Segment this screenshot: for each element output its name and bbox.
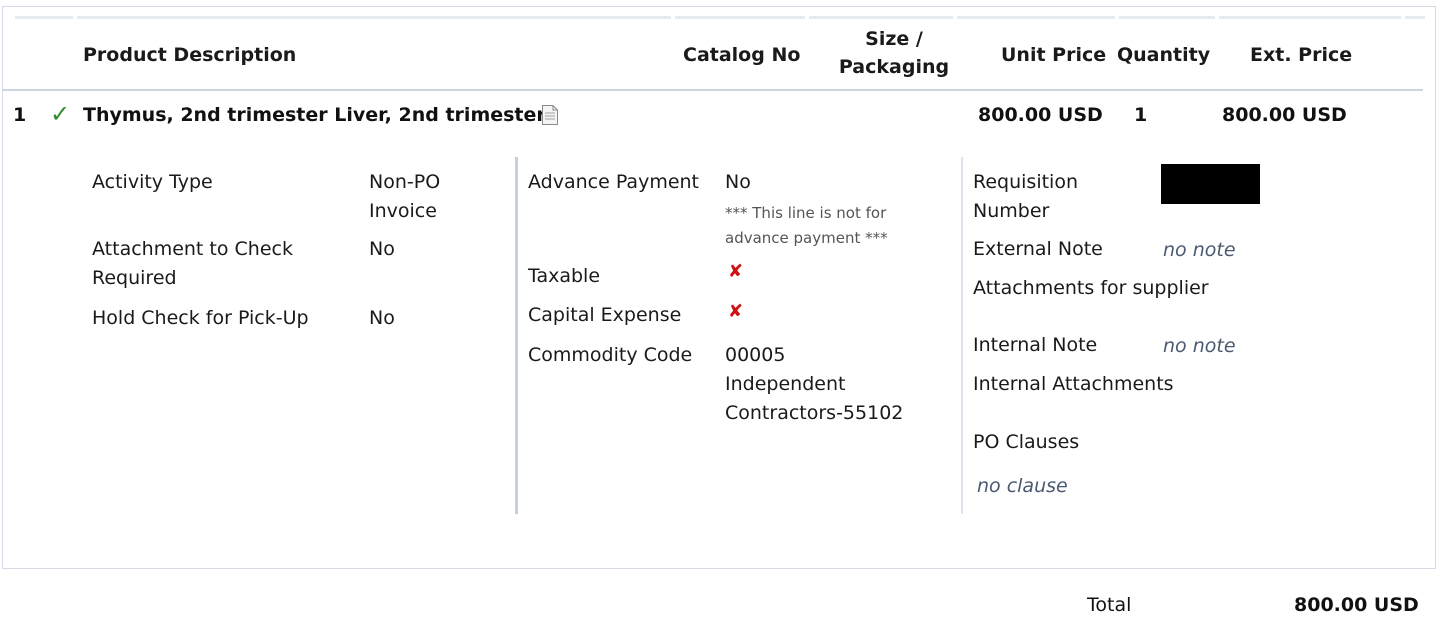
redacted-requisition-number [1161,164,1260,204]
total-label: Total [1087,594,1132,616]
x-icon: ✘ [728,261,744,282]
product-description[interactable]: Thymus, 2nd trimester Liver, 2nd trimest… [83,103,546,127]
hold-check-label: Hold Check for Pick-Up [92,307,309,329]
external-note-label: External Note [973,238,1103,260]
header-quantity: Quantity [1117,44,1211,66]
header-size-line1: Size / [865,28,923,50]
column-top-border [1405,16,1425,19]
advance-payment-value: No [725,171,751,193]
column-separator [961,157,963,514]
commodity-code-line2: Independent [725,373,846,395]
column-top-border [957,16,1115,19]
column-top-border [809,16,953,19]
header-size-line2: Packaging [838,56,950,78]
total-value: 800.00 USD [1294,594,1419,616]
capital-expense-label: Capital Expense [528,304,682,326]
header-catalog-no: Catalog No [683,44,801,66]
checkmark-icon: ✓ [50,100,71,128]
column-separator [515,157,518,514]
commodity-code-label: Commodity Code [528,344,693,366]
attachments-supplier-label: Attachments for supplier [973,277,1209,299]
column-top-border [1219,16,1401,19]
po-clauses-value[interactable]: no clause [977,474,1068,498]
activity-type-value-line1: Non-PO [369,171,441,193]
requisition-number-label-line2: Number [973,200,1050,222]
activity-type-label: Activity Type [92,171,213,193]
line-number: 1 [13,104,27,126]
commodity-code-line1: 00005 [725,344,786,366]
advance-payment-note-line2: advance payment *** [725,229,888,247]
po-clauses-label: PO Clauses [973,431,1080,453]
document-icon[interactable] [541,104,559,126]
x-icon: ✘ [728,301,744,322]
line-quantity: 1 [1134,104,1148,126]
column-top-border [675,16,805,19]
attachment-check-label-line1: Attachment to Check [92,238,293,260]
column-top-border [77,16,671,19]
taxable-label: Taxable [528,265,601,287]
activity-type-value-line2: Invoice [369,200,437,222]
advance-payment-label: Advance Payment [528,171,700,193]
line-unit-price: 800.00 USD [978,104,1103,126]
column-top-border [1119,16,1215,19]
internal-note-label: Internal Note [973,334,1098,356]
attachment-check-label-line2: Required [92,267,177,289]
internal-note-value[interactable]: no note [1163,334,1236,358]
hold-check-value: No [369,307,395,329]
external-note-value[interactable]: no note [1163,238,1236,262]
commodity-code-line3: Contractors-55102 [725,402,904,424]
header-unit-price: Unit Price [1001,44,1107,66]
header-divider [3,89,1423,91]
line-ext-price: 800.00 USD [1222,104,1347,126]
column-top-border [15,16,73,19]
header-size-packaging: Size / Packaging [838,27,950,78]
requisition-number-label-line1: Requisition [973,171,1078,193]
header-ext-price: Ext. Price [1250,44,1353,66]
advance-payment-note-line1: *** This line is not for [725,204,887,222]
header-product-description: Product Description [83,44,297,66]
internal-attachments-label: Internal Attachments [973,373,1174,395]
attachment-check-value: No [369,238,395,260]
